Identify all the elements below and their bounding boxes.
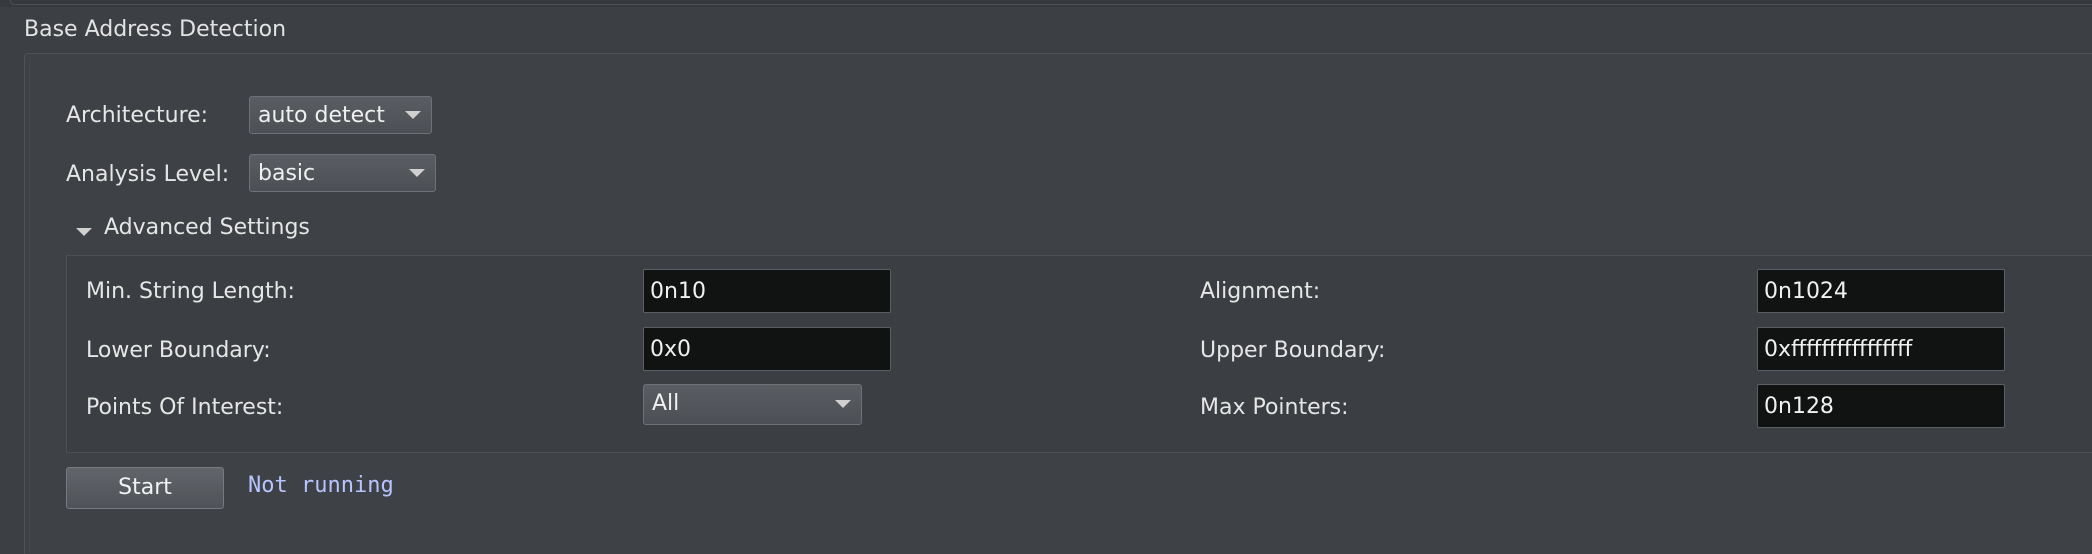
chevron-down-icon [405,111,421,119]
disclosure-triangle-icon[interactable] [76,228,92,236]
points-of-interest-value: All [652,391,680,416]
top-strip [0,0,2092,7]
analysis-level-dropdown[interactable]: basic [249,154,436,192]
min-string-length-field[interactable]: 0n10 [643,269,891,313]
chevron-down-icon [835,400,851,408]
points-of-interest-dropdown[interactable]: All [643,384,862,425]
base-address-detection-panel: Base Address Detection Architecture: aut… [0,7,2092,554]
architecture-value: auto detect [258,103,385,128]
analysis-level-value: basic [258,161,316,186]
status-text: Not running [248,473,394,498]
alignment-field[interactable]: 0n1024 [1757,269,2005,313]
points-of-interest-label: Points Of Interest: [86,395,284,420]
upper-boundary-label: Upper Boundary: [1200,338,1386,363]
architecture-label: Architecture: [66,103,209,128]
max-pointers-label: Max Pointers: [1200,395,1349,420]
min-string-length-label: Min. String Length: [86,279,295,304]
previous-panel-edge [10,0,2092,5]
upper-boundary-field[interactable]: 0xffffffffffffffff [1757,327,2005,371]
advanced-settings-toggle[interactable]: Advanced Settings [104,215,310,240]
alignment-label: Alignment: [1200,279,1321,304]
section-title: Base Address Detection [24,17,287,42]
lower-boundary-field[interactable]: 0x0 [643,327,891,371]
analysis-level-label: Analysis Level: [66,162,230,187]
max-pointers-field[interactable]: 0n128 [1757,384,2005,428]
lower-boundary-label: Lower Boundary: [86,338,271,363]
start-button[interactable]: Start [66,467,224,509]
architecture-dropdown[interactable]: auto detect [249,96,432,134]
chevron-down-icon [409,169,425,177]
